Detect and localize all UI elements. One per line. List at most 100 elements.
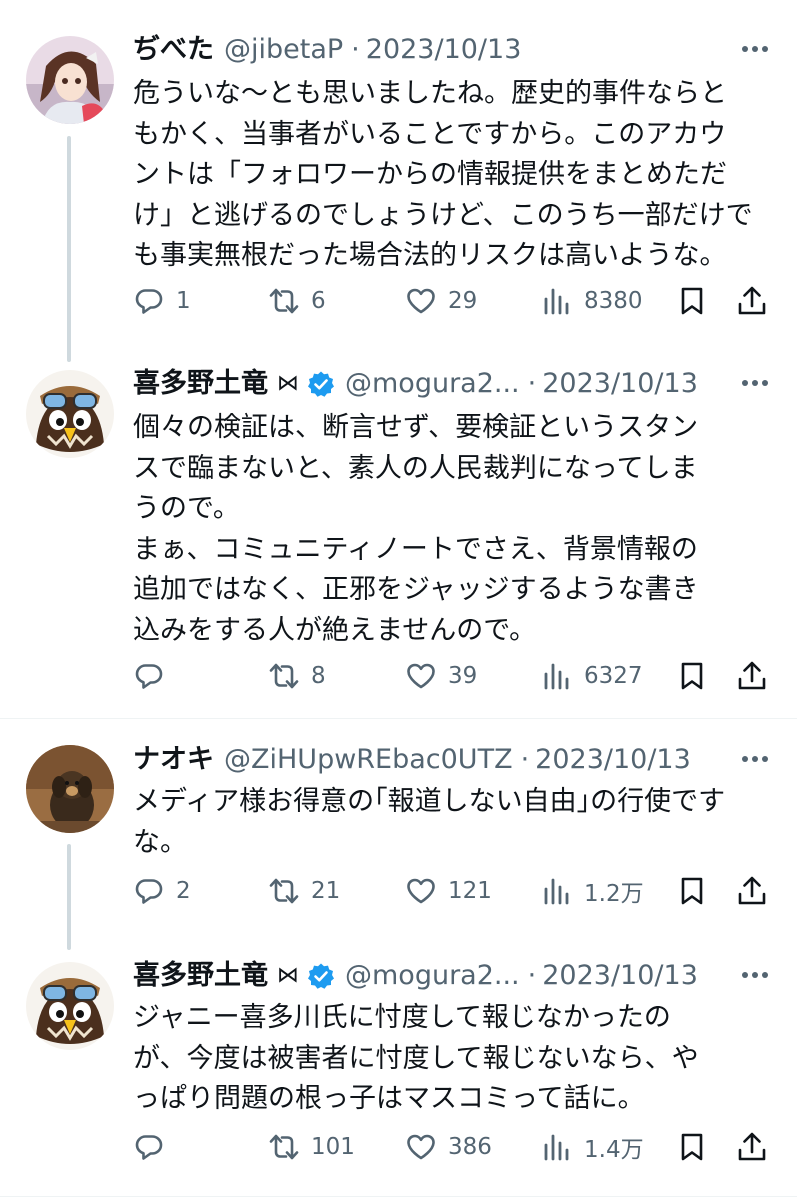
share-icon — [738, 661, 766, 690]
display-name[interactable]: 喜多野土竜 — [133, 956, 268, 996]
bookmark-button[interactable] — [676, 281, 708, 321]
more-icon[interactable] — [735, 366, 775, 400]
share-button[interactable] — [736, 1127, 768, 1167]
tweet-date[interactable]: 2023/10/13 — [542, 364, 698, 404]
display-name[interactable]: ぢべた — [133, 30, 214, 70]
tweet[interactable]: ナオキ @ZiHUpwREbac0UTZ · 2023/10/13 メディア様お… — [0, 740, 797, 930]
tweet-date[interactable]: 2023/10/13 — [542, 956, 698, 996]
like-count: 386 — [448, 1134, 492, 1160]
bookmark-button[interactable] — [676, 656, 708, 696]
tweet-text: 危ういな〜とも思いましたね。歴史的事件ならと もかく、当事者がいることですから。… — [133, 78, 753, 271]
retweet-icon — [269, 663, 299, 689]
more-icon[interactable] — [735, 742, 775, 776]
meta-separator: · — [520, 744, 530, 775]
bookmark-icon — [681, 287, 703, 315]
verified-badge-icon — [308, 963, 334, 989]
like-count: 121 — [448, 878, 492, 904]
retweet-icon — [269, 878, 299, 904]
view-count: 6327 — [584, 663, 643, 689]
reply-count: 1 — [176, 288, 191, 314]
tweet[interactable]: 喜多野土竜 ⋈ @mogura2... · 2023/10/13 個々の検証は、… — [0, 364, 797, 694]
reply-icon — [135, 289, 163, 314]
tweet-header: 喜多野土竜 ⋈ @mogura2... · 2023/10/13 — [133, 956, 737, 996]
share-icon — [738, 286, 766, 315]
display-name[interactable]: 喜多野土竜 — [133, 364, 268, 404]
more-icon[interactable] — [735, 32, 775, 66]
retweet-button[interactable]: 8 — [268, 656, 326, 696]
views-icon — [544, 1134, 569, 1161]
extension-icon: ⋈ — [277, 963, 299, 988]
user-handle[interactable]: @mogura2... — [345, 956, 520, 996]
user-handle[interactable]: @mogura2... — [345, 364, 520, 404]
tweet-text: 個々の検証は、断言せず、要検証というスタン スで臨まないと、素人の人民裁判になっ… — [133, 412, 699, 646]
user-handle[interactable]: @ZiHUpwREbac0UTZ — [224, 740, 513, 780]
tweet-header: 喜多野土竜 ⋈ @mogura2... · 2023/10/13 — [133, 364, 737, 404]
share-icon — [738, 1132, 766, 1161]
reply-button[interactable] — [133, 1127, 176, 1167]
share-button[interactable] — [736, 656, 768, 696]
retweet-count: 8 — [311, 663, 326, 689]
bookmark-icon — [681, 662, 703, 690]
retweet-count: 6 — [311, 288, 326, 314]
like-button[interactable]: 39 — [405, 656, 477, 696]
like-icon — [407, 1134, 435, 1160]
like-count: 39 — [448, 663, 478, 689]
like-button[interactable]: 121 — [405, 871, 492, 911]
conversation-divider — [0, 1196, 797, 1197]
views-icon — [544, 878, 569, 905]
like-icon — [407, 288, 435, 314]
tweet-date[interactable]: 2023/10/13 — [366, 30, 522, 70]
avatar[interactable] — [26, 745, 114, 833]
tweet[interactable]: ぢべた @jibetaP · 2023/10/13 危ういな〜とも思いましたね。… — [0, 30, 797, 330]
views-button[interactable]: 1.4万 — [541, 1127, 644, 1167]
avatar[interactable] — [26, 370, 114, 458]
tweet-actions: 1 6 29 8380 — [133, 281, 773, 321]
display-name[interactable]: ナオキ — [133, 740, 214, 780]
bookmark-button[interactable] — [676, 1127, 708, 1167]
reply-feed: ぢべた @jibetaP · 2023/10/13 危ういな〜とも思いましたね。… — [0, 0, 797, 1200]
avatar[interactable] — [26, 36, 114, 124]
views-button[interactable]: 8380 — [541, 281, 643, 321]
verified-badge-icon — [308, 371, 334, 397]
share-icon — [738, 876, 766, 905]
retweet-count: 21 — [311, 878, 341, 904]
views-button[interactable]: 6327 — [541, 656, 643, 696]
share-button[interactable] — [736, 281, 768, 321]
like-icon — [407, 878, 435, 904]
like-icon — [407, 663, 435, 689]
reply-icon — [135, 879, 163, 904]
bookmark-icon — [681, 877, 703, 905]
views-icon — [544, 663, 569, 690]
avatar[interactable] — [26, 962, 114, 1050]
tweet-actions: 2 21 121 1.2万 — [133, 871, 773, 911]
share-button[interactable] — [736, 871, 768, 911]
tweet-date[interactable]: 2023/10/13 — [535, 740, 691, 780]
like-button[interactable]: 29 — [405, 281, 477, 321]
reply-button[interactable] — [133, 656, 176, 696]
conversation-divider — [0, 718, 797, 719]
extension-icon: ⋈ — [277, 371, 299, 396]
like-count: 29 — [448, 288, 478, 314]
meta-separator: · — [527, 368, 537, 399]
tweet-text: メディア様お得意の｢報道しない自由｣の行使です な。 — [133, 786, 726, 858]
retweet-button[interactable]: 101 — [268, 1127, 355, 1167]
retweet-button[interactable]: 6 — [268, 281, 326, 321]
view-count: 1.4万 — [584, 1137, 644, 1163]
user-handle[interactable]: @jibetaP — [224, 30, 343, 70]
reply-button[interactable]: 2 — [133, 871, 191, 911]
view-count: 8380 — [584, 288, 643, 314]
like-button[interactable]: 386 — [405, 1127, 492, 1167]
retweet-icon — [269, 1134, 299, 1160]
tweet-header: ナオキ @ZiHUpwREbac0UTZ · 2023/10/13 — [133, 740, 737, 780]
retweet-count: 101 — [311, 1134, 355, 1160]
reply-button[interactable]: 1 — [133, 281, 191, 321]
more-icon[interactable] — [735, 958, 775, 992]
tweet-actions: 101 386 1.4万 — [133, 1127, 773, 1167]
retweet-button[interactable]: 21 — [268, 871, 340, 911]
tweet-actions: 8 39 6327 — [133, 656, 773, 696]
tweet-header: ぢべた @jibetaP · 2023/10/13 — [133, 30, 737, 70]
tweet[interactable]: 喜多野土竜 ⋈ @mogura2... · 2023/10/13 ジャニー喜多川… — [0, 956, 797, 1176]
views-button[interactable]: 1.2万 — [541, 871, 644, 911]
reply-icon — [135, 1135, 163, 1160]
bookmark-button[interactable] — [676, 871, 708, 911]
